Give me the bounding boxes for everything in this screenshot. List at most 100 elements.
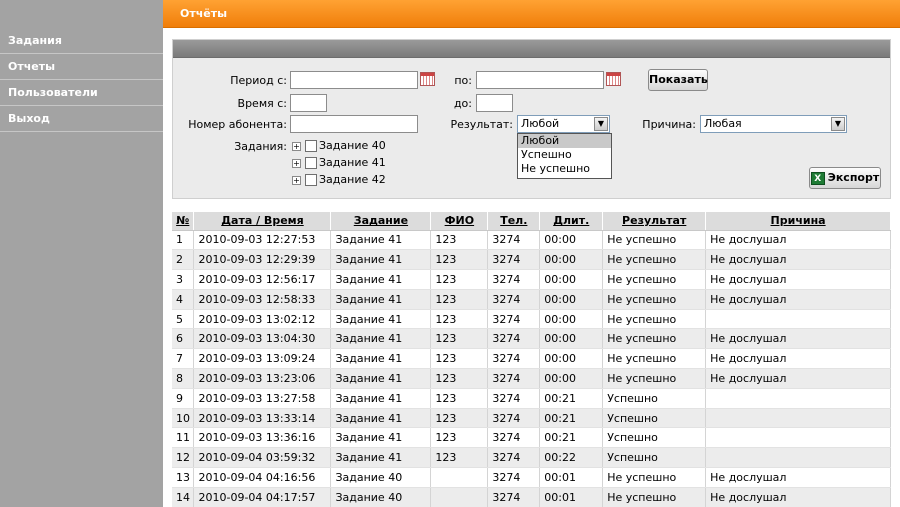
subscriber-input[interactable]: [290, 115, 418, 133]
cell-phone: 3274: [487, 230, 541, 251]
table-row[interactable]: 5 2010-09-03 13:02:12 Задание 41 123 3274 00:…: [172, 309, 891, 330]
sidebar-item-users[interactable]: Пользователи: [0, 80, 163, 106]
cell-reason: Не дослушал: [705, 249, 891, 271]
task-row-41: + Задание 41: [292, 156, 386, 169]
column-header-task[interactable]: Задание: [330, 212, 432, 231]
cell-number: 14: [172, 487, 195, 507]
cell-phone: 3274: [487, 269, 541, 290]
cell-name: [430, 487, 489, 507]
table-row[interactable]: 10 2010-09-03 13:33:14 Задание 41 123 3274 00…: [172, 408, 891, 429]
task-checkbox-40[interactable]: [305, 140, 317, 152]
column-header-phone[interactable]: Тел.: [487, 212, 541, 231]
cell-name: 123: [430, 368, 489, 389]
sidebar-item-logout[interactable]: Выход: [0, 106, 163, 132]
table-row[interactable]: 2 2010-09-03 12:29:39 Задание 41 123 3274 00:…: [172, 249, 891, 271]
cell-result: Успешно: [602, 388, 707, 409]
period-from-input[interactable]: [290, 71, 418, 89]
cell-phone: 3274: [487, 328, 541, 350]
result-label: Результат:: [450, 118, 513, 131]
cell-name: 123: [430, 427, 489, 449]
cell-reason: Не дослушал: [705, 230, 891, 251]
results-table: № Дата / Время Задание ФИО Тел. Длит. Ре…: [172, 212, 891, 507]
task-row-40: + Задание 40: [292, 139, 386, 152]
cell-result: Успешно: [602, 447, 707, 469]
table-row[interactable]: 11 2010-09-03 13:36:16 Задание 41 123 3274 00…: [172, 427, 891, 449]
cell-name: 123: [430, 408, 489, 429]
time-from-input[interactable]: [290, 94, 327, 112]
time-to-input[interactable]: [476, 94, 513, 112]
task-checkbox-41[interactable]: [305, 157, 317, 169]
cell-name: 123: [430, 230, 489, 251]
cell-datetime: 2010-09-03 13:27:58: [193, 388, 332, 409]
column-header-name[interactable]: ФИО: [430, 212, 489, 231]
expand-icon[interactable]: +: [292, 175, 301, 185]
cell-name: 123: [430, 447, 489, 469]
table-row[interactable]: 13 2010-09-04 04:16:56 Задание 40 3274 00:01…: [172, 467, 891, 488]
cell-name: 123: [430, 328, 489, 350]
table-row[interactable]: 9 2010-09-03 13:27:58 Задание 41 123 3274 00:…: [172, 388, 891, 409]
result-dropdown-list: Любой Успешно Не успешно: [517, 133, 612, 179]
cell-duration: 00:00: [539, 348, 604, 370]
table-row[interactable]: 6 2010-09-03 13:04:30 Задание 41 123 3274 00:…: [172, 328, 891, 350]
cell-duration: 00:00: [539, 328, 604, 350]
cell-result: Не успешно: [602, 328, 707, 350]
cell-result: Не успешно: [602, 309, 707, 330]
column-header-datetime[interactable]: Дата / Время: [193, 212, 332, 231]
reason-select-value: Любая: [704, 117, 742, 130]
chevron-down-icon[interactable]: ▼: [594, 117, 608, 131]
result-select-value: Любой: [521, 117, 560, 130]
table-row[interactable]: 8 2010-09-03 13:23:06 Задание 41 123 3274 00:…: [172, 368, 891, 389]
column-header-reason[interactable]: Причина: [705, 212, 891, 231]
cell-phone: 3274: [487, 368, 541, 389]
cell-duration: 00:21: [539, 427, 604, 449]
table-row[interactable]: 14 2010-09-04 04:17:57 Задание 40 3274 00:01…: [172, 487, 891, 507]
sidebar-item-reports[interactable]: Отчеты: [0, 54, 163, 80]
table-row[interactable]: 3 2010-09-03 12:56:17 Задание 41 123 3274 00:…: [172, 269, 891, 290]
export-button[interactable]: X Экспорт: [809, 167, 881, 189]
calendar-icon[interactable]: [606, 72, 621, 86]
cell-task: Задание 41: [330, 230, 432, 251]
task-checkbox-42[interactable]: [305, 174, 317, 186]
expand-icon[interactable]: +: [292, 141, 301, 151]
period-to-input[interactable]: [476, 71, 604, 89]
cell-reason: [705, 427, 891, 449]
cell-name: 123: [430, 289, 489, 310]
result-option-any[interactable]: Любой: [518, 134, 611, 148]
show-button[interactable]: Показать: [648, 69, 708, 91]
reason-label: Причина:: [642, 118, 696, 131]
cell-datetime: 2010-09-03 12:58:33: [193, 289, 332, 310]
cell-result: Не успешно: [602, 467, 707, 488]
chevron-down-icon[interactable]: ▼: [831, 117, 845, 131]
period-to-label: по:: [454, 74, 472, 87]
cell-name: 123: [430, 348, 489, 370]
table-row[interactable]: 12 2010-09-04 03:59:32 Задание 41 123 3274 00…: [172, 447, 891, 469]
cell-duration: 00:00: [539, 368, 604, 389]
sidebar-top: [0, 0, 163, 28]
task-row-42: + Задание 42: [292, 173, 386, 186]
cell-name: [430, 467, 489, 488]
column-header-number[interactable]: №: [172, 212, 195, 231]
expand-icon[interactable]: +: [292, 158, 301, 168]
cell-task: Задание 41: [330, 348, 432, 370]
period-from-label: Период с:: [230, 74, 287, 87]
column-header-duration[interactable]: Длит.: [539, 212, 604, 231]
cell-datetime: 2010-09-03 13:23:06: [193, 368, 332, 389]
table-row[interactable]: 1 2010-09-03 12:27:53 Задание 41 123 3274 00:…: [172, 230, 891, 251]
result-select[interactable]: Любой ▼: [517, 115, 610, 133]
column-header-result[interactable]: Результат: [602, 212, 707, 231]
reason-select[interactable]: Любая ▼: [700, 115, 847, 133]
filter-panel-header: [173, 40, 890, 58]
result-option-success[interactable]: Успешно: [518, 148, 611, 162]
cell-task: Задание 40: [330, 467, 432, 488]
sidebar-item-tasks[interactable]: Задания: [0, 28, 163, 54]
cell-result: Не успешно: [602, 368, 707, 389]
cell-duration: 00:22: [539, 447, 604, 469]
cell-phone: 3274: [487, 348, 541, 370]
table-row[interactable]: 4 2010-09-03 12:58:33 Задание 41 123 3274 00:…: [172, 289, 891, 310]
table-header-row: № Дата / Время Задание ФИО Тел. Длит. Ре…: [172, 212, 891, 231]
result-option-fail[interactable]: Не успешно: [518, 162, 611, 176]
cell-datetime: 2010-09-03 13:33:14: [193, 408, 332, 429]
table-row[interactable]: 7 2010-09-03 13:09:24 Задание 41 123 3274 00:…: [172, 348, 891, 370]
task-label-41: Задание 41: [319, 156, 386, 169]
cell-task: Задание 41: [330, 408, 432, 429]
